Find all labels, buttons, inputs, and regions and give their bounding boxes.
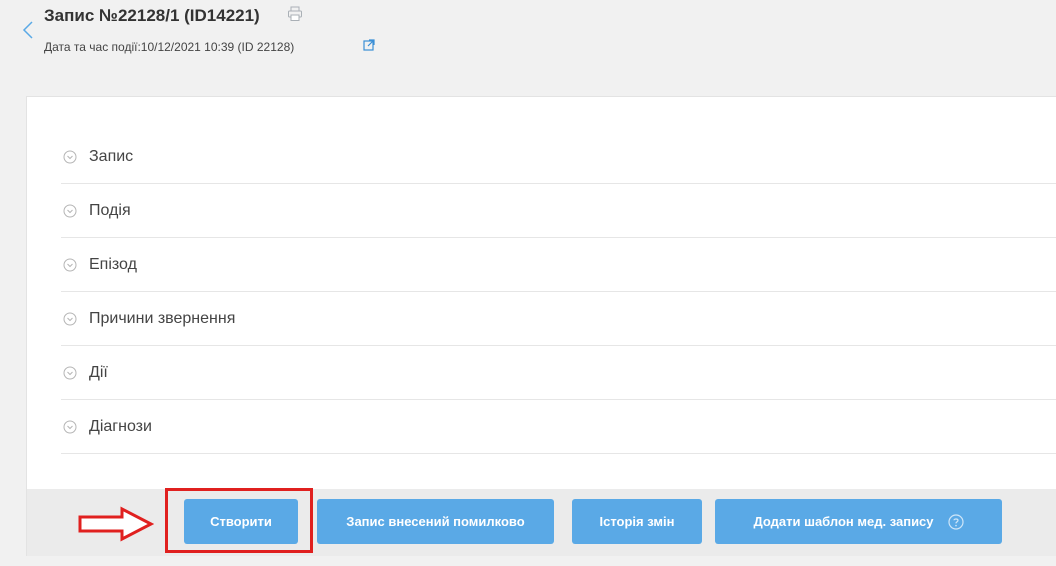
page-header: Запис №22128/1 (ID14221) Дата та час под… (0, 0, 1056, 90)
add-template-label: Додати шаблон мед. запису (753, 514, 934, 529)
event-datetime-value: 10/12/2021 10:39 (ID 22128) (140, 40, 295, 54)
action-bar: Створити Запис внесений помилково Історі… (27, 489, 1056, 556)
print-icon[interactable] (287, 6, 303, 22)
section-label: Епізод (89, 255, 137, 273)
arrow-right-icon (78, 506, 154, 542)
create-button[interactable]: Створити (184, 499, 298, 544)
section-record[interactable]: Запис (61, 130, 1056, 184)
entered-in-error-button[interactable]: Запис внесений помилково (317, 499, 554, 544)
add-template-button[interactable]: Додати шаблон мед. запису (715, 499, 1002, 544)
chevron-down-circle-icon (63, 258, 77, 271)
section-diagnoses[interactable]: Діагнози (61, 400, 1056, 454)
event-datetime: Дата та час події:10/12/2021 10:39 (ID 2… (44, 40, 294, 54)
section-event[interactable]: Подія (61, 184, 1056, 238)
chevron-down-circle-icon (63, 204, 77, 217)
change-history-button[interactable]: Історія змін (572, 499, 702, 544)
section-reasons[interactable]: Причини звернення (61, 292, 1056, 346)
sections-list: Запис Подія Епізод Причини звернення Дії… (61, 130, 1056, 454)
page-title: Запис №22128/1 (ID14221) (44, 6, 260, 25)
section-label: Діагнози (89, 417, 152, 435)
section-label: Дії (89, 363, 108, 381)
help-circle-icon[interactable] (947, 513, 964, 530)
back-chevron-icon (22, 21, 33, 39)
chevron-down-circle-icon (63, 312, 77, 325)
back-button[interactable] (20, 16, 36, 44)
external-link-icon[interactable] (363, 39, 375, 51)
section-label: Подія (89, 201, 131, 219)
section-episode[interactable]: Епізод (61, 238, 1056, 292)
section-label: Запис (89, 147, 134, 165)
record-card: Запис Подія Епізод Причини звернення Дії… (26, 96, 1056, 556)
chevron-down-circle-icon (63, 420, 77, 433)
event-datetime-label: Дата та час події: (44, 40, 141, 54)
section-actions[interactable]: Дії (61, 346, 1056, 400)
chevron-down-circle-icon (63, 150, 77, 163)
chevron-down-circle-icon (63, 366, 77, 379)
section-label: Причини звернення (89, 309, 236, 327)
